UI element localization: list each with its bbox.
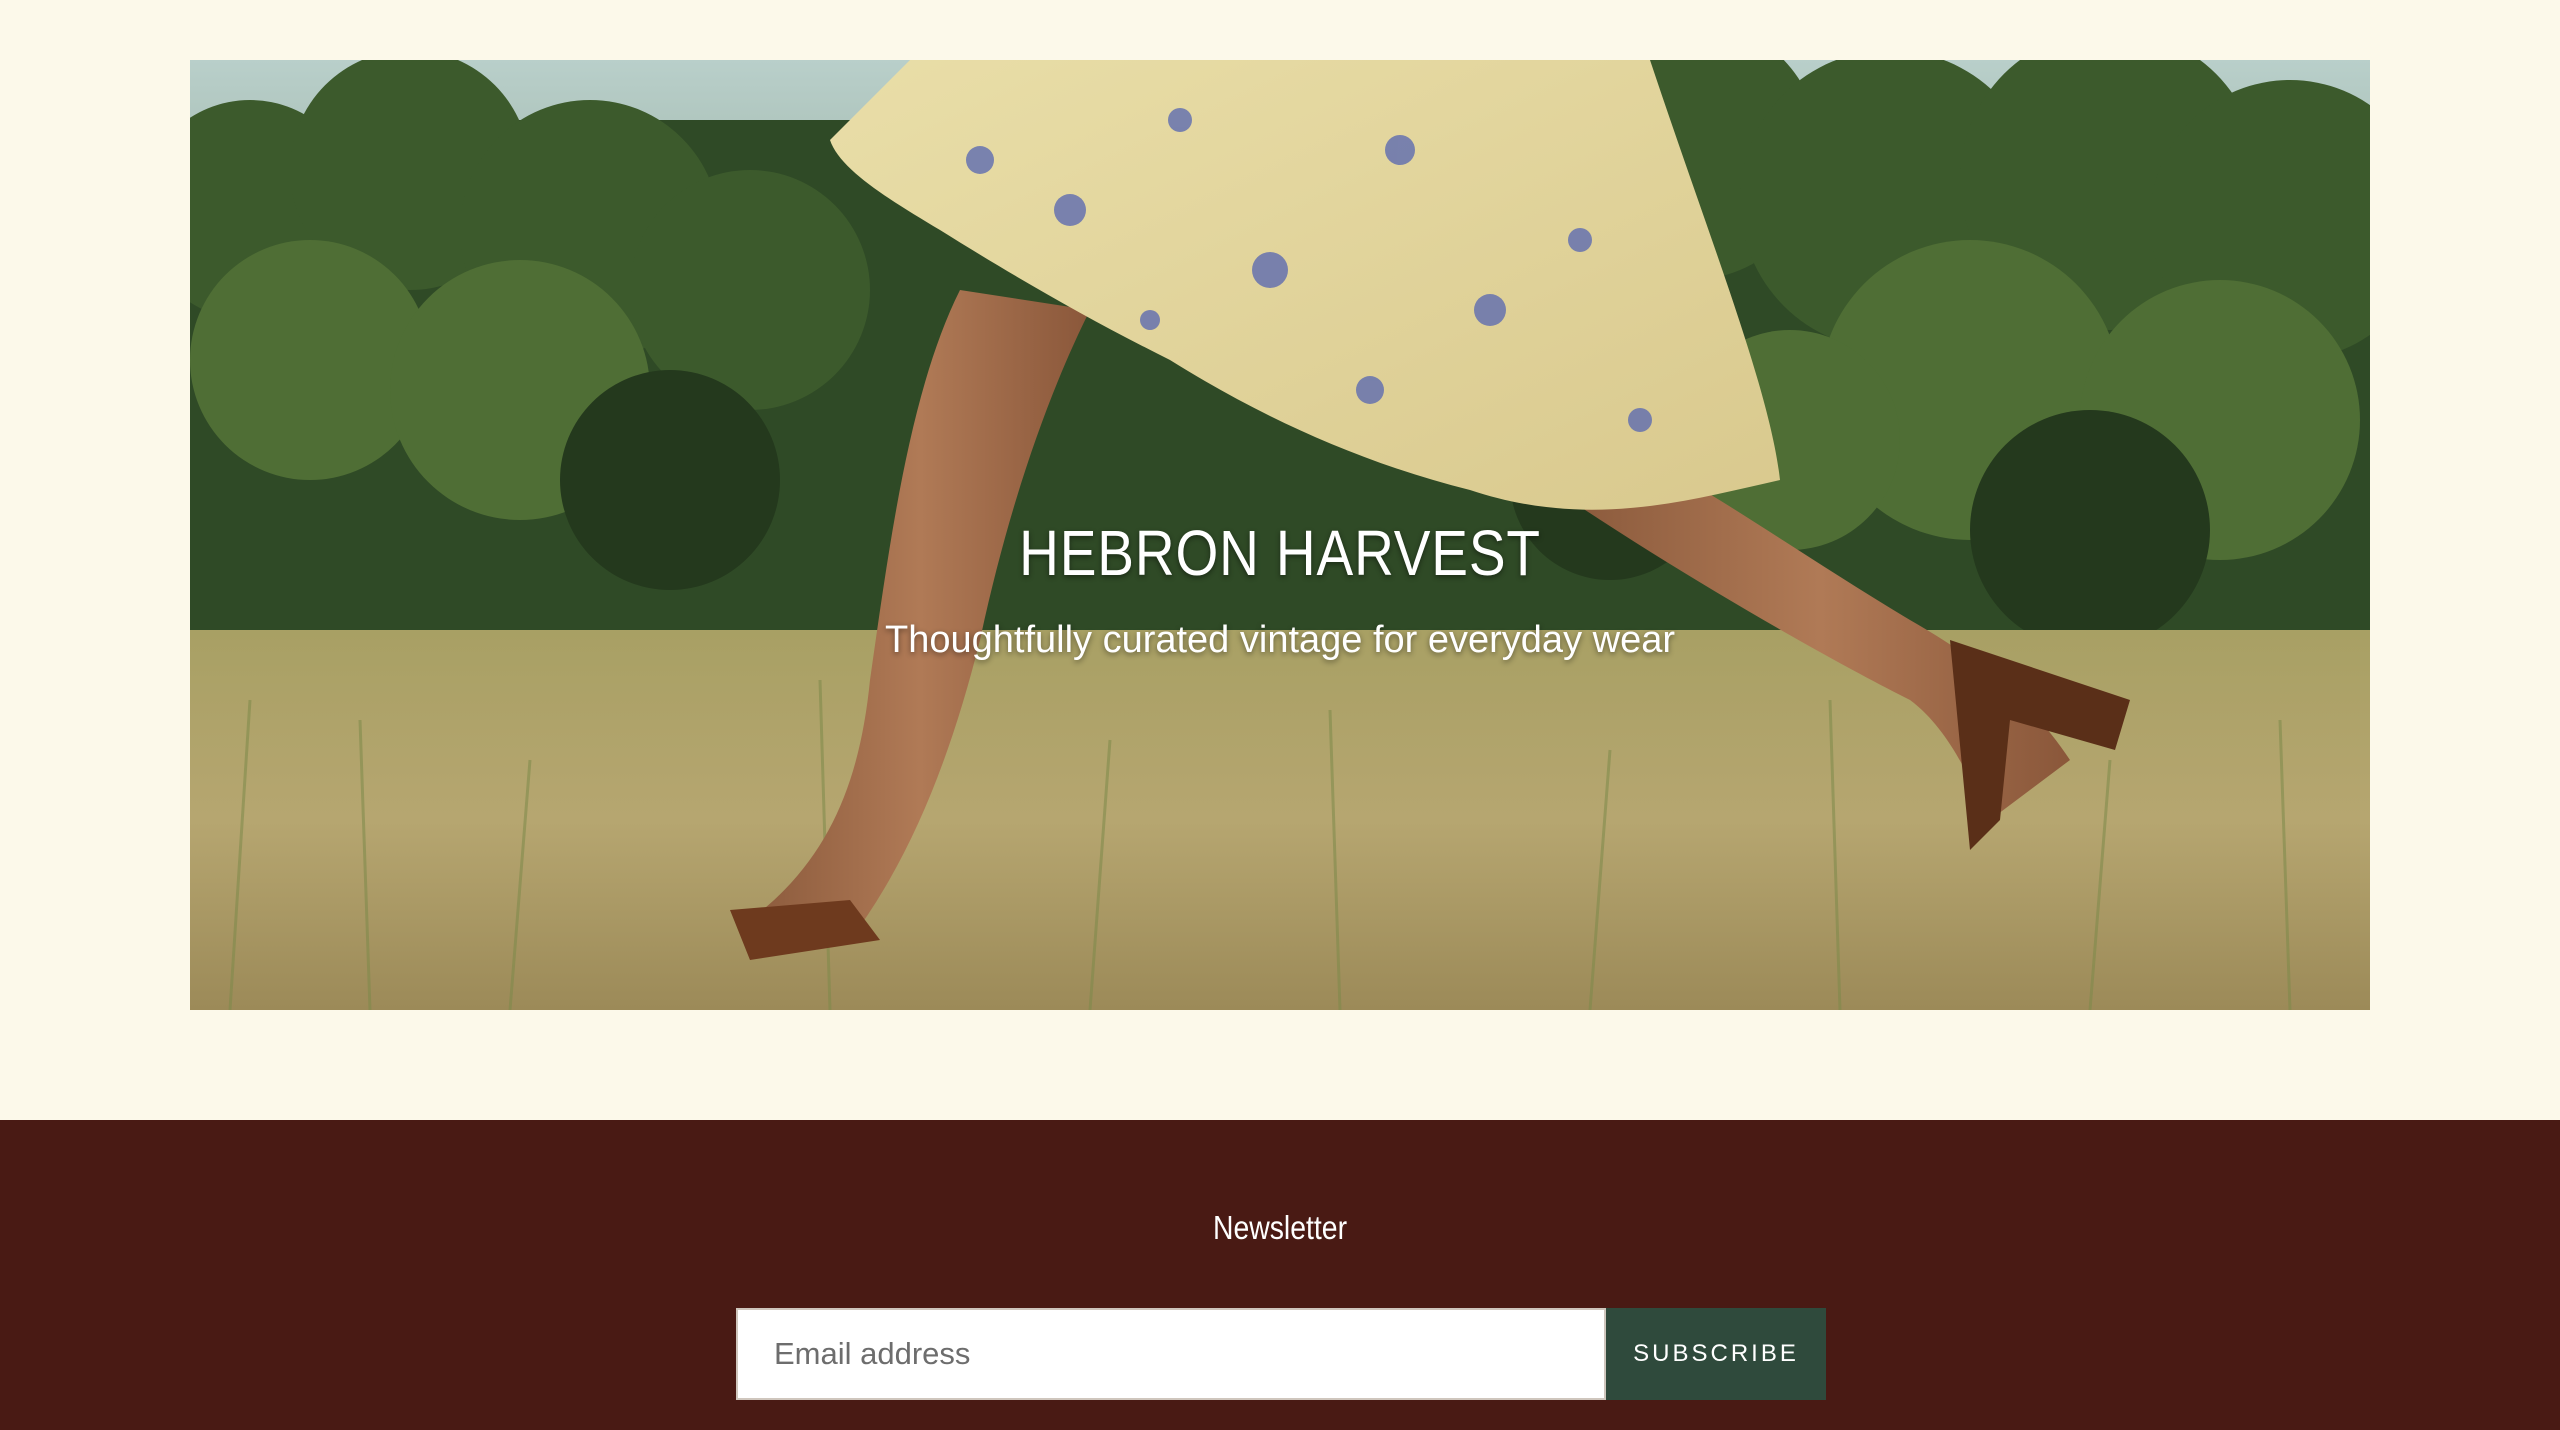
- hero-title: HEBRON HARVEST: [1019, 517, 1541, 589]
- page: HEBRON HARVEST Thoughtfully curated vint…: [0, 0, 2560, 1430]
- hero-subtitle: Thoughtfully curated vintage for everyda…: [885, 619, 1675, 661]
- newsletter-form: SUBSCRIBE: [736, 1308, 1826, 1400]
- hero-banner: HEBRON HARVEST Thoughtfully curated vint…: [190, 60, 2370, 1010]
- email-field[interactable]: [736, 1308, 1606, 1400]
- subscribe-button[interactable]: SUBSCRIBE: [1606, 1308, 1826, 1400]
- newsletter-section: Newsletter SUBSCRIBE: [0, 1120, 2560, 1430]
- newsletter-title: Newsletter: [1212, 1209, 1348, 1246]
- hero-text: HEBRON HARVEST Thoughtfully curated vint…: [190, 515, 2370, 663]
